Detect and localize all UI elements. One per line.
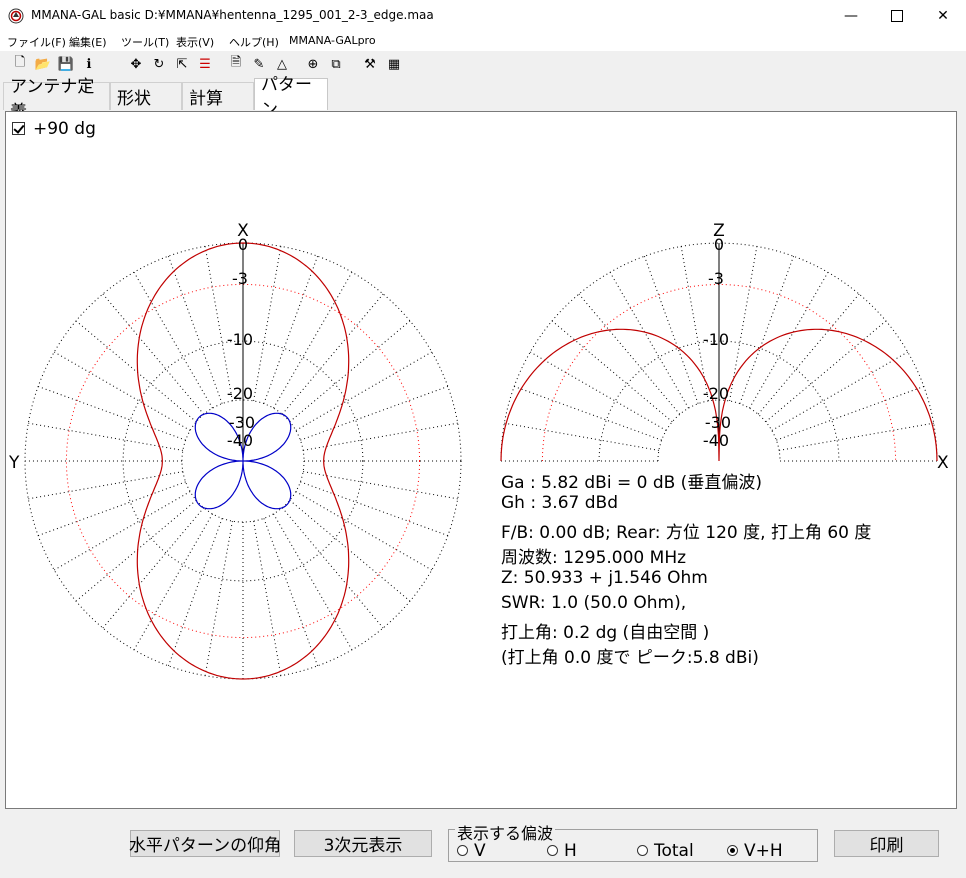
grid-spoke xyxy=(771,351,909,431)
grid-spoke xyxy=(204,521,233,676)
v-ring-label-3: -3 xyxy=(708,269,724,288)
v-ring-label-20: -20 xyxy=(703,384,729,403)
info-fb: F/B: 0.00 dB; Rear: 方位 120 度, 打上角 60 度 xyxy=(501,523,872,543)
radio-total[interactable] xyxy=(637,845,648,856)
radio-v[interactable] xyxy=(457,845,468,856)
grid-spoke xyxy=(263,255,319,404)
radio-h[interactable] xyxy=(547,845,558,856)
radio-vh-label: V+H xyxy=(744,841,783,861)
info-peak: (打上角 0.0 度で ピーク:5.8 dBi) xyxy=(501,648,759,668)
h-left-axis-label: Y xyxy=(8,453,20,473)
grid-spoke xyxy=(513,385,662,441)
elevation-pattern-button[interactable]: 水平パターンの仰角 xyxy=(129,830,281,857)
grid-spoke xyxy=(295,491,433,571)
grid-spoke xyxy=(263,518,319,667)
pattern-plots: X Y 0 -3 -10 -20 -30 -40 Z X 0 -3 -10 -2… xyxy=(8,221,949,680)
grid-spoke xyxy=(609,271,689,409)
v-ring-label-10: -10 xyxy=(703,330,729,349)
h-ring-label-20: -20 xyxy=(227,384,253,403)
h-ring-label-10: -10 xyxy=(227,330,253,349)
v-ring-label-40: -40 xyxy=(703,431,729,450)
radio-vh[interactable] xyxy=(727,845,738,856)
grid-spoke xyxy=(739,255,795,404)
grid-spoke xyxy=(53,351,191,431)
v-right-axis-label: X xyxy=(937,453,949,473)
grid-spoke xyxy=(253,521,282,676)
info-impedance: Z: 50.933 + j1.546 Ohm xyxy=(501,568,708,588)
grid-spoke xyxy=(779,422,934,451)
grid-spoke xyxy=(529,351,667,431)
grid-spoke xyxy=(273,271,353,409)
grid-spoke xyxy=(776,385,925,441)
grid-spoke xyxy=(167,255,223,404)
info-ga: Ga : 5.82 dBi = 0 dB (垂直偏波) xyxy=(501,473,762,493)
grid-spoke xyxy=(167,518,223,667)
grid-spoke xyxy=(253,246,282,401)
radio-h-label: H xyxy=(564,841,577,861)
grid-spoke xyxy=(53,491,191,571)
grid-spoke xyxy=(300,481,449,537)
info-frequency: 周波数: 1295.000 MHz xyxy=(501,548,687,568)
grid-spoke xyxy=(281,293,384,415)
grid-spoke xyxy=(295,351,433,431)
info-gh: Gh : 3.67 dBd xyxy=(501,493,618,513)
info-elevation: 打上角: 0.2 dg (自由空間 ) xyxy=(501,623,710,643)
grid-spoke xyxy=(37,481,186,537)
grid-spoke xyxy=(281,507,384,629)
grid-spoke xyxy=(749,271,829,409)
h-ring-label-30: -30 xyxy=(229,413,255,432)
radio-v-label: V xyxy=(474,841,486,861)
h-ring-label-0: 0 xyxy=(238,235,248,254)
radio-total-label: Total xyxy=(654,841,694,861)
grid-spoke xyxy=(300,385,449,441)
grid-spoke xyxy=(273,513,353,651)
grid-spoke xyxy=(133,513,213,651)
info-swr: SWR: 1.0 (50.0 Ohm), xyxy=(501,593,687,613)
print-button[interactable]: 印刷 xyxy=(834,830,939,857)
grid-spoke xyxy=(133,271,213,409)
h-ring-label-3: -3 xyxy=(232,269,248,288)
view-3d-button[interactable]: 3次元表示 xyxy=(294,830,432,857)
grid-spoke xyxy=(578,293,681,415)
grid-spoke xyxy=(643,255,699,404)
h-ring-label-40: -40 xyxy=(227,431,253,450)
grid-spoke xyxy=(504,422,659,451)
grid-spoke xyxy=(37,385,186,441)
grid-spoke xyxy=(204,246,233,401)
v-ring-label-30: -30 xyxy=(705,413,731,432)
v-ring-label-0: 0 xyxy=(714,235,724,254)
polarization-group-title: 表示する偏波 xyxy=(455,820,556,844)
